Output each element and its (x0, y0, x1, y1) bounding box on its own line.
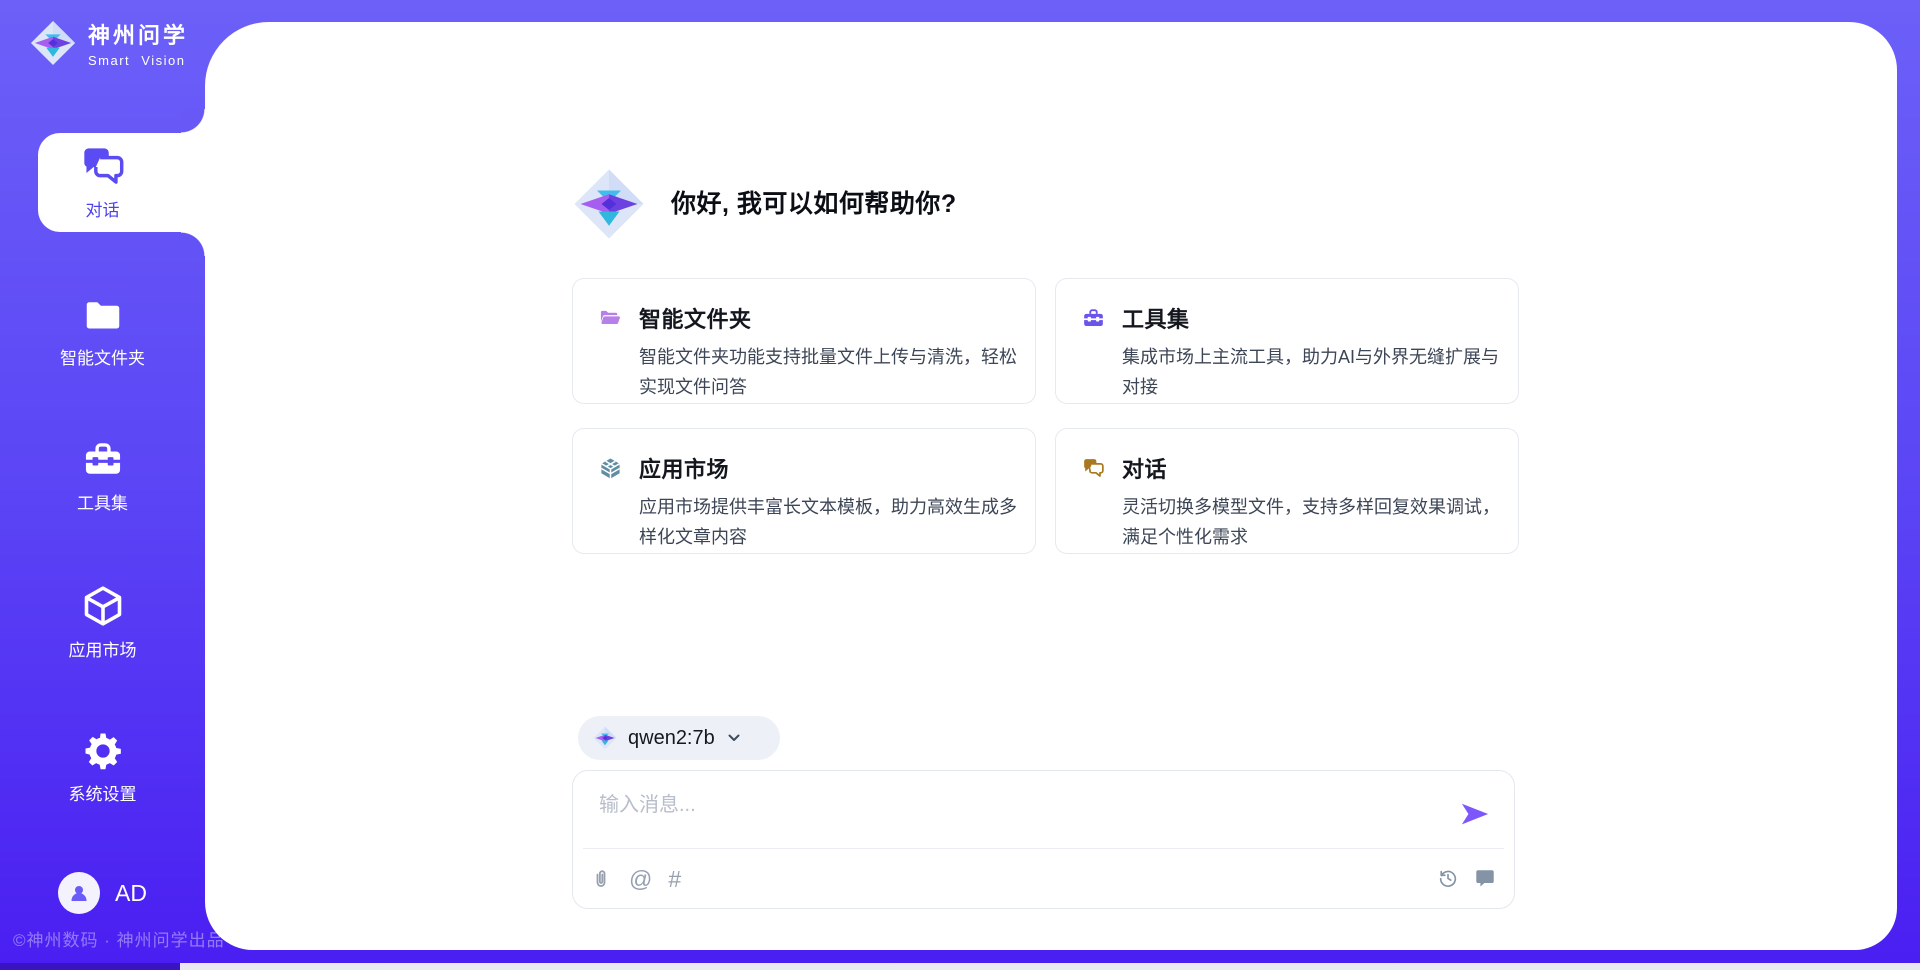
composer-right-tools (1437, 867, 1496, 889)
paperclip-icon[interactable] (589, 867, 613, 891)
sidebar-item-smart-folder[interactable]: 智能文件夹 (0, 296, 205, 369)
user-name: AD (115, 880, 147, 907)
sidebar-item-chat-inner: 对话 (0, 133, 205, 232)
message-icon[interactable] (1474, 867, 1496, 889)
card-smart-folder[interactable]: 智能文件夹 智能文件夹功能支持批量文件上传与清洗，轻松实现文件问答 (572, 278, 1036, 404)
composer-divider (583, 848, 1504, 849)
sidebar-item-chat[interactable]: 对话 (38, 133, 205, 232)
card-description: 集成市场上主流工具，助力AI与外界无缝扩展与对接 (1122, 342, 1507, 402)
card-app-market[interactable]: 应用市场 应用市场提供丰富长文本模板，助力高效生成多样化文章内容 (572, 428, 1036, 554)
sidebar-item-label: 系统设置 (69, 780, 137, 805)
avatar (58, 872, 100, 914)
card-toolset[interactable]: 工具集 集成市场上主流工具，助力AI与外界无缝扩展与对接 (1055, 278, 1519, 404)
card-toolset-head: 工具集 (1082, 302, 1498, 334)
model-name: qwen2:7b (628, 727, 715, 750)
cube-icon (81, 584, 125, 628)
chat-icon (1082, 457, 1105, 480)
sidebar-item-toolset[interactable]: 工具集 (0, 439, 205, 514)
mention-icon[interactable]: @ (629, 866, 652, 892)
brand-subtitle: Smart Vision (88, 53, 188, 68)
card-title: 对话 (1122, 452, 1167, 484)
tab-notch-top (181, 109, 205, 133)
gear-icon (82, 730, 124, 772)
card-app-market-head: 应用市场 (599, 452, 1015, 484)
message-composer: @ # (572, 770, 1515, 909)
window-bottom-edge-left (0, 963, 180, 970)
sidebar-item-label: 工具集 (77, 489, 128, 514)
send-icon (1460, 801, 1490, 827)
card-title: 工具集 (1122, 302, 1190, 334)
user-account[interactable]: AD (0, 872, 205, 914)
history-icon[interactable] (1437, 867, 1459, 889)
hero-brand-diamond-icon (573, 168, 645, 240)
brand-name: 神州问学 (88, 18, 188, 50)
card-description: 灵活切换多模型文件，支持多样回复效果调试，满足个性化需求 (1122, 492, 1507, 552)
card-smart-folder-head: 智能文件夹 (599, 302, 1015, 334)
sidebar: 神州问学 Smart Vision 对话 智能文件夹 工具集 (0, 0, 205, 970)
toolbox-icon (1082, 307, 1105, 330)
sidebar-item-label: 对话 (86, 196, 120, 221)
brand: 神州问学 Smart Vision (30, 18, 188, 68)
window-bottom-edge (0, 963, 1920, 970)
composer-left-tools: @ # (589, 866, 681, 892)
folder-icon (83, 296, 123, 336)
toolbox-icon (82, 439, 124, 481)
hash-icon[interactable]: # (668, 866, 681, 892)
folder-open-icon (599, 307, 622, 330)
sidebar-item-app-market[interactable]: 应用市场 (0, 584, 205, 661)
sidebar-item-label: 应用市场 (69, 636, 137, 661)
card-description: 智能文件夹功能支持批量文件上传与清洗，轻松实现文件问答 (639, 342, 1024, 402)
sidebar-item-settings[interactable]: 系统设置 (0, 730, 205, 805)
feature-cards: 智能文件夹 智能文件夹功能支持批量文件上传与清洗，轻松实现文件问答 工具集 集成… (572, 278, 1519, 554)
message-input[interactable] (597, 787, 1437, 823)
model-diamond-icon (593, 726, 617, 750)
send-button[interactable] (1460, 801, 1490, 827)
brand-diamond-icon (30, 20, 76, 66)
person-icon (67, 881, 91, 905)
main-content: 你好, 我可以如何帮助你? 智能文件夹 智能文件夹功能支持批量文件上传与清洗，轻… (205, 22, 1897, 950)
greeting-title: 你好, 我可以如何帮助你? (671, 168, 957, 240)
card-title: 应用市场 (639, 452, 729, 484)
brand-text: 神州问学 Smart Vision (88, 18, 188, 68)
card-chat[interactable]: 对话 灵活切换多模型文件，支持多样回复效果调试，满足个性化需求 (1055, 428, 1519, 554)
chevron-down-icon (726, 730, 742, 746)
copyright-footer: ©神州数码 · 神州问学出品 (13, 926, 225, 951)
grid-cube-icon (599, 457, 622, 480)
chat-icon (80, 144, 126, 190)
sidebar-item-label: 智能文件夹 (60, 344, 145, 369)
card-chat-head: 对话 (1082, 452, 1498, 484)
card-description: 应用市场提供丰富长文本模板，助力高效生成多样化文章内容 (639, 492, 1024, 552)
tab-notch-bottom (181, 232, 205, 256)
card-title: 智能文件夹 (639, 302, 752, 334)
model-selector[interactable]: qwen2:7b (578, 716, 780, 760)
